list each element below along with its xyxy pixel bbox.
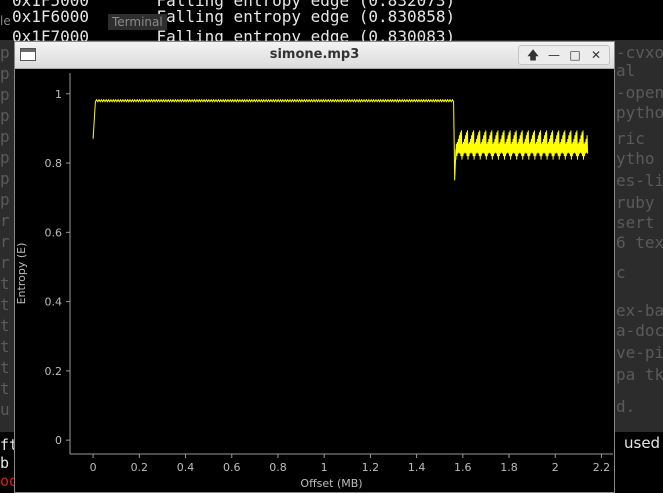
terminal-fragment: d. — [616, 397, 636, 416]
terminal-fragment: ve-pi — [616, 343, 663, 362]
y-tick-label: 0.8 — [45, 157, 63, 170]
x-tick-label: 1.4 — [408, 461, 426, 474]
terminal-fragment: ex-ba — [616, 301, 663, 320]
terminal-fragment: p — [0, 190, 10, 209]
terminal-fragment: t — [0, 316, 10, 335]
terminal-fragment: t — [0, 295, 10, 314]
entropy-chart: 0 0.2 0.4 0.6 0.8 1 1.2 1.4 1.6 1.8 2 2.2 0 0.2 0.4 0.6… — [15, 73, 613, 490]
terminal-tab[interactable]: Terminal — [108, 14, 167, 30]
terminal-fragment: p — [0, 64, 10, 83]
terminal-line: b — [0, 454, 10, 472]
x-axis-label: Offset (MB) — [300, 477, 362, 490]
x-tick-label: 2.2 — [593, 461, 611, 474]
entropy-plot-window[interactable]: simone.mp3 🡅 — □ ✕ 0 0.2 0.4 0.6 0.8 1 1.2 1.4 1… — [14, 41, 615, 493]
y-tick-label: 0.4 — [45, 296, 63, 309]
terminal-fragment: c — [616, 263, 626, 282]
terminal-fragment: p — [0, 43, 10, 62]
entropy-series-line — [92, 98, 589, 181]
y-tick-label: 0.2 — [45, 365, 63, 378]
terminal-fragment: 6 tex — [616, 233, 663, 252]
terminal-fragment: t — [0, 274, 10, 293]
close-icon[interactable]: ✕ — [586, 47, 606, 63]
terminal-fragment: -open — [616, 83, 663, 102]
terminal-tab-fragment[interactable]: le — [0, 14, 12, 28]
terminal-fragment: r — [0, 232, 10, 251]
window-titlebar[interactable]: simone.mp3 🡅 — □ ✕ — [15, 42, 614, 69]
x-tick-label: 2 — [552, 461, 559, 474]
terminal-fragment: t — [0, 379, 10, 398]
terminal-fragment: es-li — [616, 171, 663, 190]
keep-above-icon[interactable]: 🡅 — [523, 47, 543, 63]
terminal-used-text: used — [624, 434, 661, 452]
y-tick-label: 1 — [55, 88, 62, 101]
x-tick-label: 1 — [321, 461, 328, 474]
y-axis-label: Entropy (E) — [15, 243, 28, 305]
terminal-fragment: al — [616, 61, 636, 80]
x-tick-label: 0.4 — [177, 461, 195, 474]
window-controls: 🡅 — □ ✕ — [518, 45, 610, 65]
terminal-fragment: p — [0, 106, 10, 125]
terminal-fragment: ruby — [616, 193, 655, 212]
x-tick-label: 0.2 — [131, 461, 149, 474]
x-tick-label: 1.6 — [454, 461, 472, 474]
x-tick-label: 0 — [90, 461, 97, 474]
terminal-fragment: u — [0, 400, 10, 419]
terminal-fragment: p — [0, 148, 10, 167]
x-tick-label: 0.8 — [269, 461, 287, 474]
terminal-fragment: -cvxo — [616, 43, 663, 62]
minimize-icon[interactable]: — — [544, 47, 564, 63]
terminal-fragment: p — [0, 169, 10, 188]
x-tick-label: 1.8 — [500, 461, 517, 474]
terminal-fragment: ric — [616, 129, 645, 148]
terminal-fragment: pytho — [616, 103, 663, 122]
terminal-fragment: r — [0, 211, 10, 230]
y-tick-label: 0 — [55, 434, 62, 447]
terminal-fragment: sert — [616, 213, 655, 232]
terminal-output: 0x1F5000 Falling entropy edge (0.832073)… — [0, 0, 663, 46]
terminal-fragment: p — [0, 85, 10, 104]
x-tick-label: 1.2 — [362, 461, 380, 474]
plot-area: 0 0.2 0.4 0.6 0.8 1 1.2 1.4 1.6 1.8 2 2.2 0 0.2 0.4 0.6… — [15, 69, 614, 492]
x-tick-label: 0.6 — [223, 461, 241, 474]
terminal-fragment: p — [0, 127, 10, 146]
terminal-fragment: ytho — [616, 149, 655, 168]
terminal-fragment: t — [0, 337, 10, 356]
y-tick-label: 0.6 — [45, 226, 63, 239]
terminal-fragment: pa tk — [616, 365, 663, 384]
terminal-fragment: t — [0, 358, 10, 377]
maximize-icon[interactable]: □ — [565, 47, 585, 63]
terminal-fragment: a-doc — [616, 321, 663, 340]
terminal-fragment: r — [0, 253, 10, 272]
terminal-line: 0x1F6000 Falling entropy edge (0.830858) — [12, 7, 456, 26]
